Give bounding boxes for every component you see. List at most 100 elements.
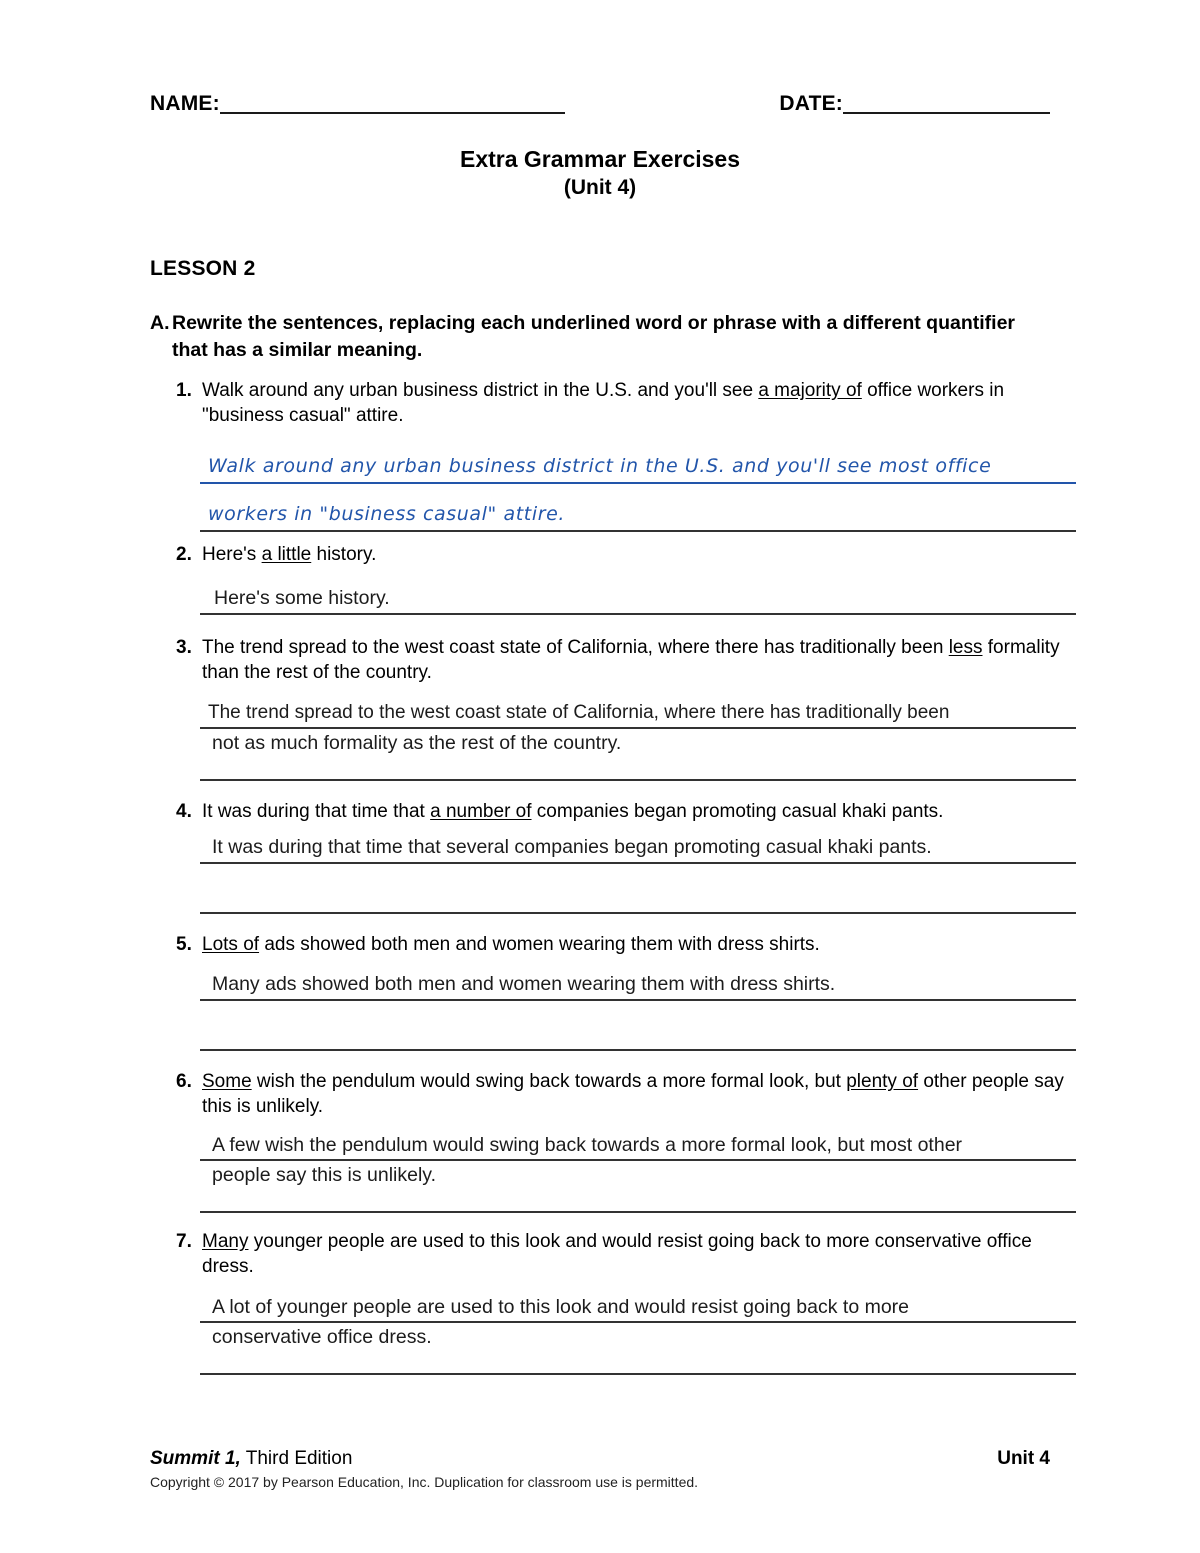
prompt-underlined-quantifier: less bbox=[948, 637, 983, 658]
item-number: 1. bbox=[176, 380, 192, 401]
prompt-text: It was during that time that a number of… bbox=[202, 799, 1076, 824]
page-subtitle: (Unit 4) bbox=[563, 176, 637, 199]
prompt-underlined-quantifier: Lots of bbox=[202, 934, 260, 955]
prompt-text: Here's a little history. bbox=[202, 542, 1076, 567]
prompt-post: younger people are used to this look and… bbox=[202, 1231, 1032, 1277]
answer-rule-row-blank[interactable] bbox=[176, 864, 1076, 914]
answer-rule[interactable] bbox=[200, 613, 1076, 615]
typed-answer-line-1: A lot of younger people are used to this… bbox=[212, 1296, 910, 1318]
instruction-text: Rewrite the sentences, replacing each un… bbox=[172, 312, 1016, 361]
prompt-7: 7. Many younger people are used to this … bbox=[176, 1229, 1076, 1279]
answer-rule-row-blank[interactable] bbox=[176, 1001, 1076, 1051]
typed-answer-line-2: conservative office dress. bbox=[212, 1326, 432, 1348]
instruction-block: A. Rewrite the sentences, replacing each… bbox=[150, 310, 1030, 364]
typed-answer-line-1: A few wish the pendulum would swing back… bbox=[212, 1134, 963, 1156]
footer-book-title: Summit 1, bbox=[150, 1448, 241, 1469]
footer-copyright: Copyright © 2017 by Pearson Education, I… bbox=[150, 1474, 699, 1490]
answer-area-5[interactable]: Many ads showed both men and women weari… bbox=[176, 961, 1076, 1051]
prompt-post: history. bbox=[311, 544, 377, 565]
answer-rule-row[interactable]: A few wish the pendulum would swing back… bbox=[176, 1131, 1076, 1161]
page-footer: Summit 1, Third Edition Unit 4 Copyright… bbox=[150, 1448, 1050, 1490]
answer-rule-row[interactable]: Many ads showed both men and women weari… bbox=[176, 961, 1076, 1001]
prompt-text: Many younger people are used to this loo… bbox=[202, 1229, 1076, 1279]
prompt-underlined-quantifier-2: plenty of bbox=[846, 1071, 919, 1092]
item-number: 4. bbox=[176, 801, 192, 822]
answer-rule-row[interactable]: The trend spread to the west coast state… bbox=[176, 699, 1076, 729]
exercise-list: 1. Walk around any urban business distri… bbox=[176, 378, 1076, 1375]
item-number: 7. bbox=[176, 1231, 192, 1252]
prompt-text: Walk around any urban business district … bbox=[202, 378, 1076, 428]
exercise-item-2: 2. Here's a little history. Here's some … bbox=[176, 542, 1076, 615]
prompt-underlined-quantifier: Some bbox=[202, 1071, 252, 1092]
typed-answer-line-1: Many ads showed both men and women weari… bbox=[212, 973, 836, 995]
prompt-text: The trend spread to the west coast state… bbox=[202, 635, 1076, 685]
answer-area-4[interactable]: It was during that time that several com… bbox=[176, 826, 1076, 914]
answer-area-6[interactable]: A few wish the pendulum would swing back… bbox=[176, 1131, 1076, 1213]
prompt-post: companies began promoting casual khaki p… bbox=[531, 801, 944, 822]
exercise-item-5: 5. Lots of ads showed both men and women… bbox=[176, 932, 1076, 1051]
prompt-underlined-quantifier: a majority of bbox=[758, 380, 862, 401]
exercise-item-1: 1. Walk around any urban business distri… bbox=[176, 378, 1076, 532]
prompt-mid: wish the pendulum would swing back towar… bbox=[251, 1071, 847, 1092]
footer-top-row: Summit 1, Third Edition Unit 4 bbox=[150, 1448, 1050, 1470]
answer-rule[interactable] bbox=[200, 1373, 1076, 1375]
answer-area-7[interactable]: A lot of younger people are used to this… bbox=[176, 1293, 1076, 1375]
item-number: 3. bbox=[176, 637, 192, 658]
exercise-item-4: 4. It was during that time that a number… bbox=[176, 799, 1076, 914]
prompt-post: ads showed both men and women wearing th… bbox=[259, 934, 820, 955]
prompt-pre: The trend spread to the west coast state… bbox=[202, 637, 949, 658]
answer-rule-row[interactable]: It was during that time that several com… bbox=[176, 826, 1076, 864]
answer-area-3[interactable]: The trend spread to the west coast state… bbox=[176, 699, 1076, 781]
name-date-row: NAME: DATE: bbox=[150, 92, 1050, 114]
lesson-heading: LESSON 2 bbox=[150, 257, 256, 280]
prompt-pre: Walk around any urban business district … bbox=[202, 380, 759, 401]
prompt-underlined-quantifier: Many bbox=[202, 1231, 249, 1252]
name-field[interactable]: NAME: bbox=[150, 92, 565, 114]
exercise-item-6: 6. Some wish the pendulum would swing ba… bbox=[176, 1069, 1076, 1213]
answer-rule[interactable] bbox=[200, 1049, 1076, 1051]
answer-rule-row[interactable]: workers in "business casual" attire. bbox=[176, 484, 1076, 532]
exercise-item-7: 7. Many younger people are used to this … bbox=[176, 1229, 1076, 1375]
footer-unit: Unit 4 bbox=[997, 1448, 1050, 1469]
item-number: 5. bbox=[176, 934, 192, 955]
prompt-4: 4. It was during that time that a number… bbox=[176, 799, 1076, 824]
answer-rule-row[interactable]: people say this is unlikely. bbox=[176, 1161, 1076, 1213]
answer-rule-row[interactable]: Walk around any urban business district … bbox=[176, 440, 1076, 484]
item-number: 6. bbox=[176, 1071, 192, 1092]
title-block: Extra Grammar Exercises (Unit 4) bbox=[0, 144, 1200, 202]
prompt-2: 2. Here's a little history. bbox=[176, 542, 1076, 567]
answer-rule[interactable] bbox=[200, 1211, 1076, 1213]
answer-area-2[interactable]: Here's some history. bbox=[176, 571, 1076, 615]
answer-rule-row[interactable]: not as much formality as the rest of the… bbox=[176, 729, 1076, 781]
prompt-6: 6. Some wish the pendulum would swing ba… bbox=[176, 1069, 1076, 1119]
answer-rule-row[interactable]: conservative office dress. bbox=[176, 1323, 1076, 1375]
handwritten-answer-line-2: workers in "business casual" attire. bbox=[208, 503, 566, 525]
date-label: DATE: bbox=[779, 92, 843, 115]
date-blank-rule[interactable] bbox=[843, 92, 1050, 114]
name-label: NAME: bbox=[150, 92, 220, 115]
name-blank-rule[interactable] bbox=[219, 92, 565, 114]
answer-area-1[interactable]: Walk around any urban business district … bbox=[176, 440, 1076, 532]
prompt-pre: Here's bbox=[202, 544, 262, 565]
typed-answer-line-1: It was during that time that several com… bbox=[212, 836, 932, 858]
item-number: 2. bbox=[176, 544, 192, 565]
prompt-underlined-quantifier: a number of bbox=[430, 801, 532, 822]
prompt-5: 5. Lots of ads showed both men and women… bbox=[176, 932, 1076, 957]
exercise-item-3: 3. The trend spread to the west coast st… bbox=[176, 635, 1076, 781]
answer-rule[interactable] bbox=[200, 530, 1076, 532]
footer-edition: Third Edition bbox=[240, 1448, 353, 1469]
prompt-1: 1. Walk around any urban business distri… bbox=[176, 378, 1076, 428]
prompt-underlined-quantifier: a little bbox=[261, 544, 312, 565]
answer-rule-row[interactable]: A lot of younger people are used to this… bbox=[176, 1293, 1076, 1323]
answer-rule-row[interactable]: Here's some history. bbox=[176, 571, 1076, 615]
prompt-pre: It was during that time that bbox=[202, 801, 431, 822]
page-title: Extra Grammar Exercises bbox=[459, 146, 741, 172]
date-field[interactable]: DATE: bbox=[779, 92, 1050, 114]
instruction-letter: A. bbox=[150, 312, 170, 334]
handwritten-answer-line-1: Walk around any urban business district … bbox=[208, 455, 992, 477]
answer-rule[interactable] bbox=[200, 912, 1076, 914]
prompt-text: Some wish the pendulum would swing back … bbox=[202, 1069, 1076, 1119]
prompt-text: Lots of ads showed both men and women we… bbox=[202, 932, 1076, 957]
answer-rule[interactable] bbox=[200, 779, 1076, 781]
footer-book-info: Summit 1, Third Edition bbox=[150, 1448, 352, 1470]
